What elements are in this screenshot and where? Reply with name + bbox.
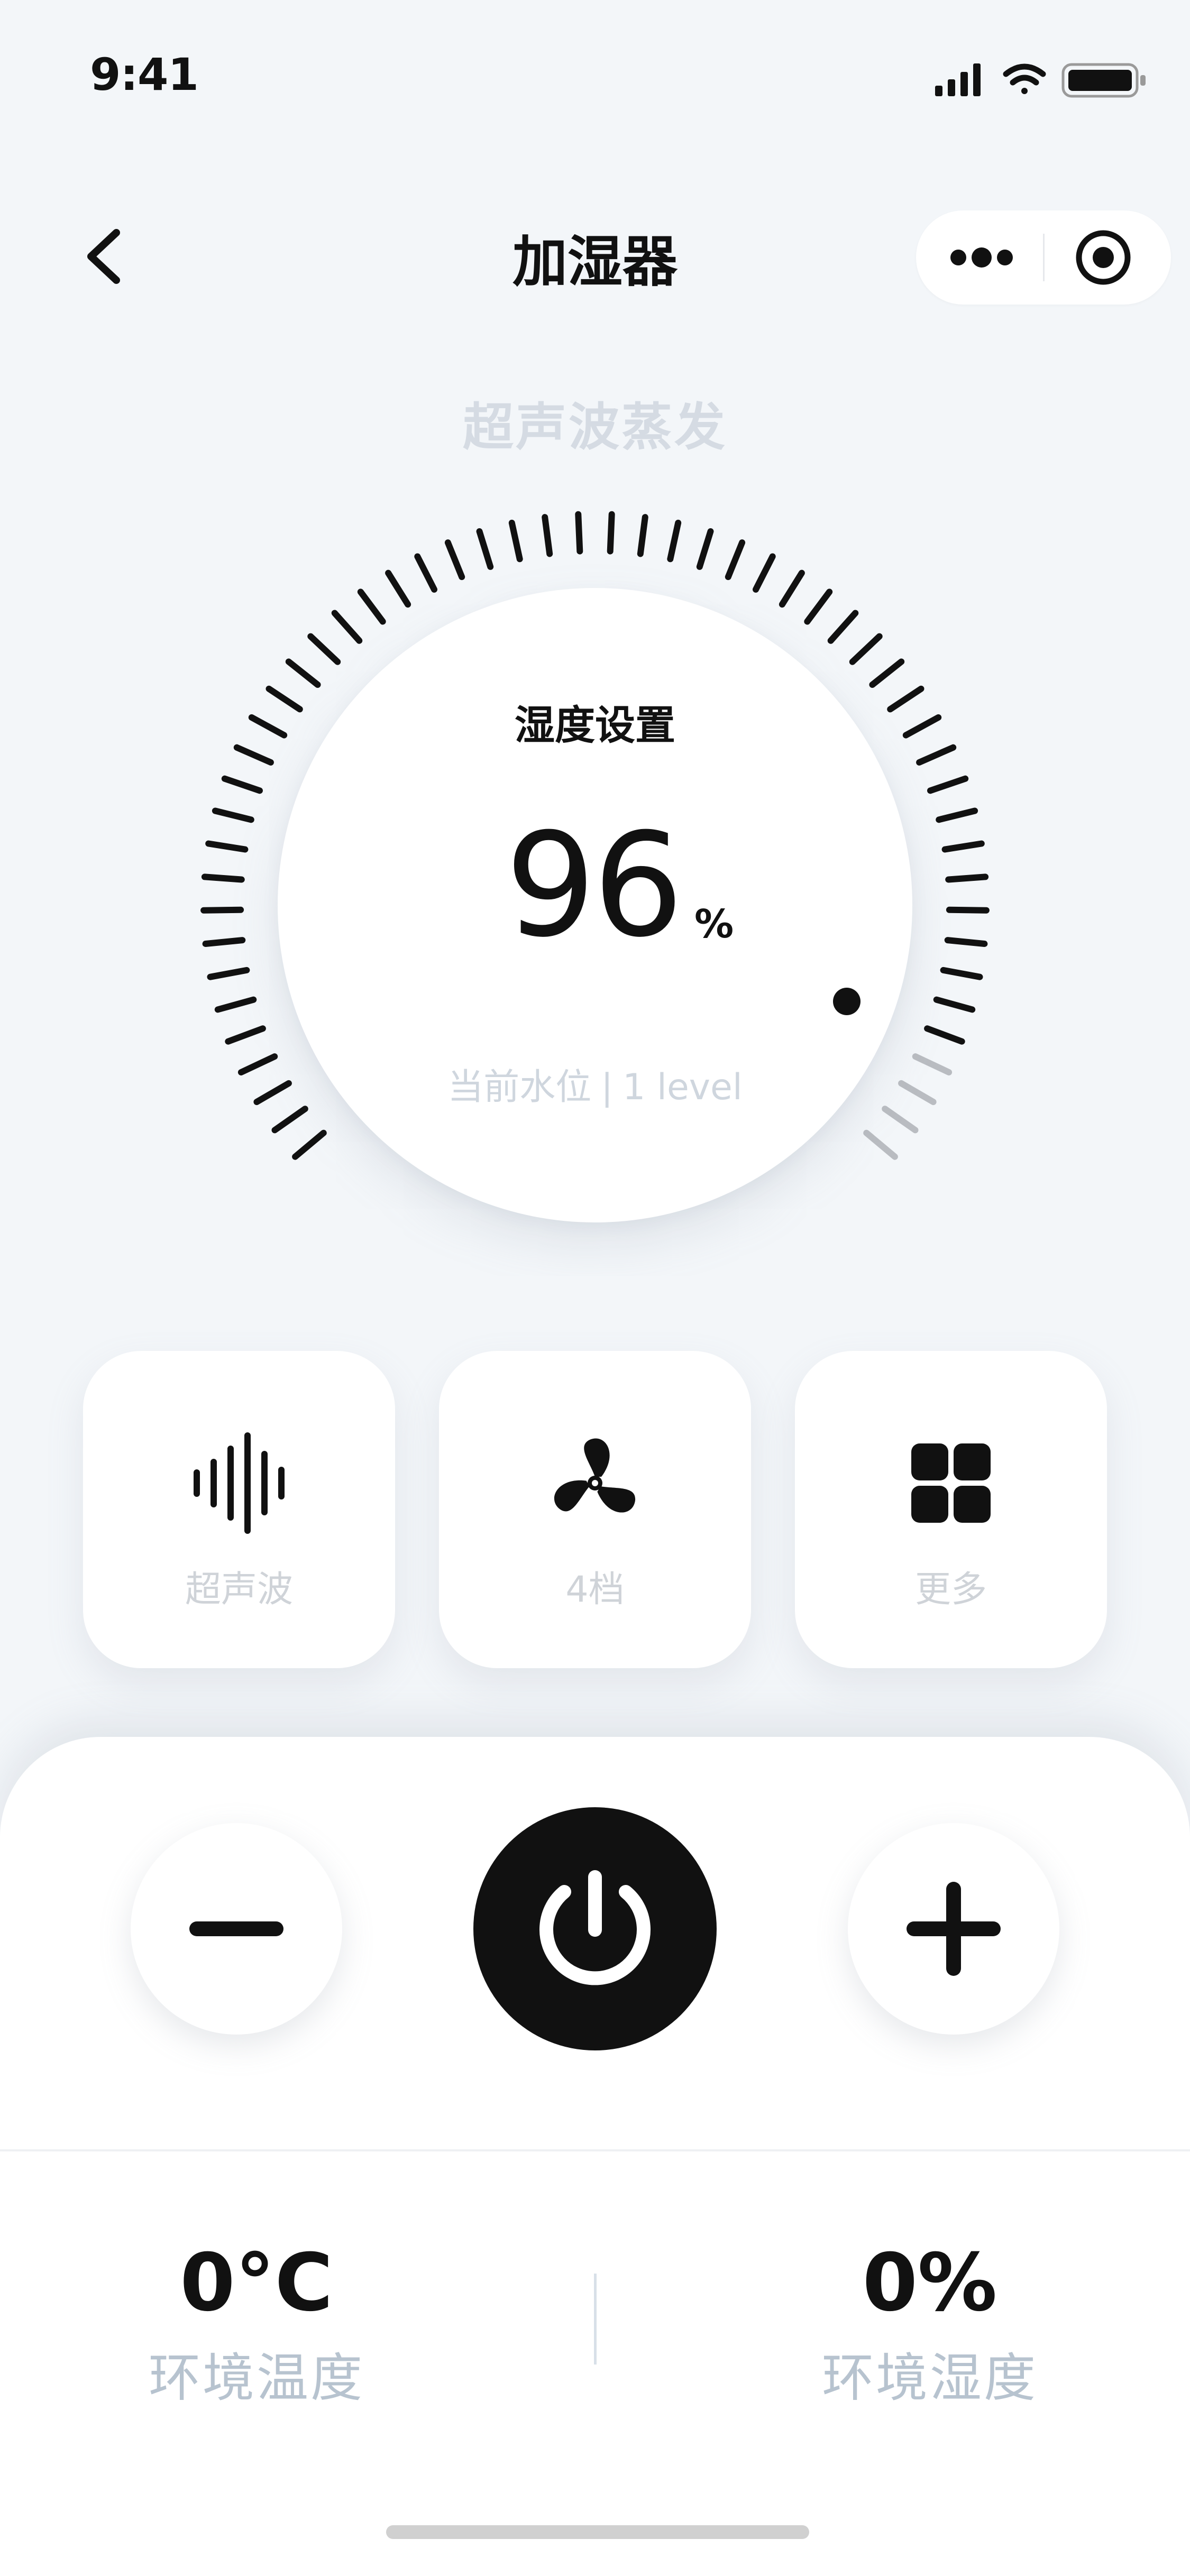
water-level-separator: | (601, 1066, 614, 1108)
status-time: 9:41 (90, 49, 199, 100)
fan-speed-card[interactable]: 4档 (439, 1351, 751, 1668)
sound-wave-icon (194, 1432, 285, 1534)
dial-tick (508, 519, 523, 563)
plus-icon (907, 1882, 1001, 1976)
dial-tick (827, 610, 859, 644)
panel-divider (0, 2149, 1190, 2151)
ambient-temperature-value: 0°C (180, 2237, 333, 2329)
dial-tick (271, 1106, 308, 1134)
dial-tick (936, 807, 978, 823)
dial-tick (924, 1025, 965, 1045)
dial-tick (725, 539, 746, 581)
battery-icon (1061, 63, 1146, 98)
dial-tick (575, 511, 583, 555)
humidity-value: 96 (505, 802, 684, 969)
dial-tick (696, 528, 714, 570)
dial-tick (307, 633, 341, 665)
dial-tick (225, 1025, 266, 1045)
more-dots-icon (950, 247, 1013, 268)
ultrasonic-mode-card[interactable]: 超声波 (83, 1351, 395, 1668)
dial-tick (637, 514, 648, 557)
dial-tick (285, 658, 321, 688)
target-icon (1076, 230, 1131, 285)
stats-divider (594, 2274, 597, 2365)
dial-tick (940, 967, 983, 980)
close-mini-program-button[interactable] (1045, 210, 1171, 305)
dial-tick (607, 511, 615, 555)
dial-tick (779, 569, 805, 608)
mode-label: 超声波蒸发 (463, 398, 727, 457)
dial-handle-dot[interactable] (833, 988, 861, 1015)
dial-tick (207, 967, 250, 980)
minus-icon (189, 1921, 283, 1936)
dial-tick (385, 569, 411, 608)
wifi-icon (1003, 63, 1046, 94)
dial-tick (202, 937, 246, 947)
humidity-unit: % (694, 901, 734, 947)
dial-tick (444, 539, 465, 581)
dial-tick (941, 840, 985, 853)
ambient-humidity-value: 0% (862, 2237, 997, 2329)
ambient-temperature-label: 环境温度 (148, 2348, 364, 2408)
status-icons (935, 63, 1146, 98)
dial-title: 湿度设置 (515, 702, 675, 749)
grid-icon (911, 1443, 991, 1523)
dial-tick (927, 775, 969, 794)
power-button[interactable] (473, 1807, 717, 2050)
ambient-humidity-label: 环境湿度 (821, 2348, 1038, 2408)
dial-tick (357, 588, 386, 625)
water-level-value: 1 level (623, 1066, 743, 1108)
dial-tick (945, 873, 989, 883)
decrease-button[interactable] (131, 1823, 342, 2035)
dial-tick (212, 807, 254, 823)
card-label: 超声波 (185, 1569, 293, 1611)
water-level: 当前水位 | 1 level (0, 1057, 1190, 1110)
fan-icon (554, 1438, 636, 1513)
dial-tick (414, 553, 437, 593)
dial-tick (933, 996, 976, 1013)
dial-tick (849, 633, 883, 665)
card-label: 4档 (565, 1569, 625, 1611)
dial-tick (292, 1129, 327, 1160)
dial-tick (542, 514, 553, 557)
home-indicator (386, 2525, 809, 2539)
dial-tick (863, 1129, 898, 1160)
signal-icon (935, 63, 981, 96)
dial-tick (214, 996, 257, 1013)
dial-tick (331, 610, 363, 644)
power-icon (539, 1870, 651, 1985)
more-button[interactable] (916, 210, 1043, 305)
dial-tick (205, 840, 249, 853)
dial-tick (221, 775, 263, 794)
dial-tick (667, 519, 682, 563)
dial-tick (804, 588, 833, 625)
dial-tick (944, 937, 988, 947)
mini-program-capsule (916, 210, 1171, 305)
dial-tick (753, 553, 776, 593)
dial-tick (882, 1106, 919, 1134)
water-level-label: 当前水位 (447, 1066, 592, 1108)
more-options-card[interactable]: 更多 (795, 1351, 1107, 1668)
card-label: 更多 (914, 1569, 987, 1611)
dial-tick (476, 528, 494, 570)
dial-tick (869, 658, 905, 688)
dial-tick (201, 873, 245, 883)
increase-button[interactable] (848, 1823, 1059, 2035)
